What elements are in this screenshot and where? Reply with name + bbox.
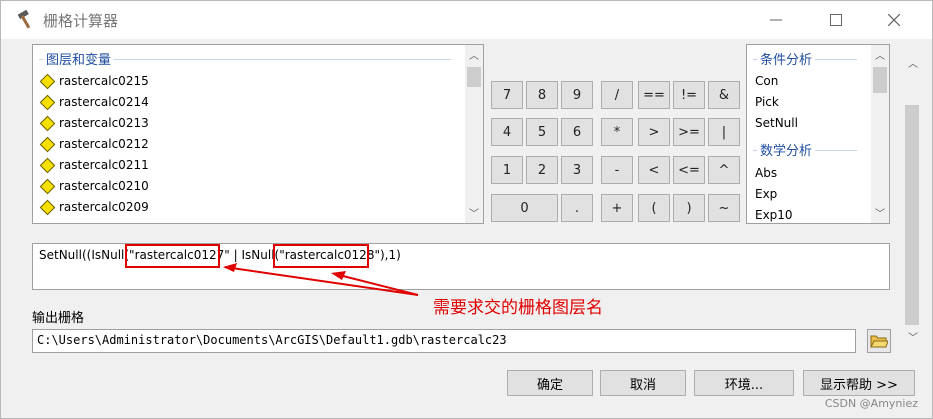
cancel-button[interactable]: 取消 [600,370,686,396]
scrollbar-thumb[interactable] [905,105,919,325]
ok-button[interactable]: 确定 [507,370,593,396]
browse-folder-button[interactable] [867,329,891,353]
folder-icon [870,335,888,348]
dialog-scrollbar[interactable]: ︿ ﹀ [902,45,924,345]
show-help-button[interactable]: 显示帮助 >> [803,370,915,396]
output-raster-input[interactable]: C:\Users\Administrator\Documents\ArcGIS\… [32,329,856,353]
annotation-label: 需要求交的栅格图层名 [433,298,603,318]
scroll-down-icon[interactable]: ﹀ [905,329,921,344]
watermark: CSDN @Amyniez [824,397,918,410]
output-raster-label: 输出栅格 [32,311,85,326]
scroll-up-icon[interactable]: ︿ [905,55,921,70]
environments-button[interactable]: 环境... [694,370,794,396]
annotation-arrows [223,263,419,296]
raster-calculator-window: 栅格计算器 图层和变量 rastercalc0215 rastercalc021… [0,0,933,419]
